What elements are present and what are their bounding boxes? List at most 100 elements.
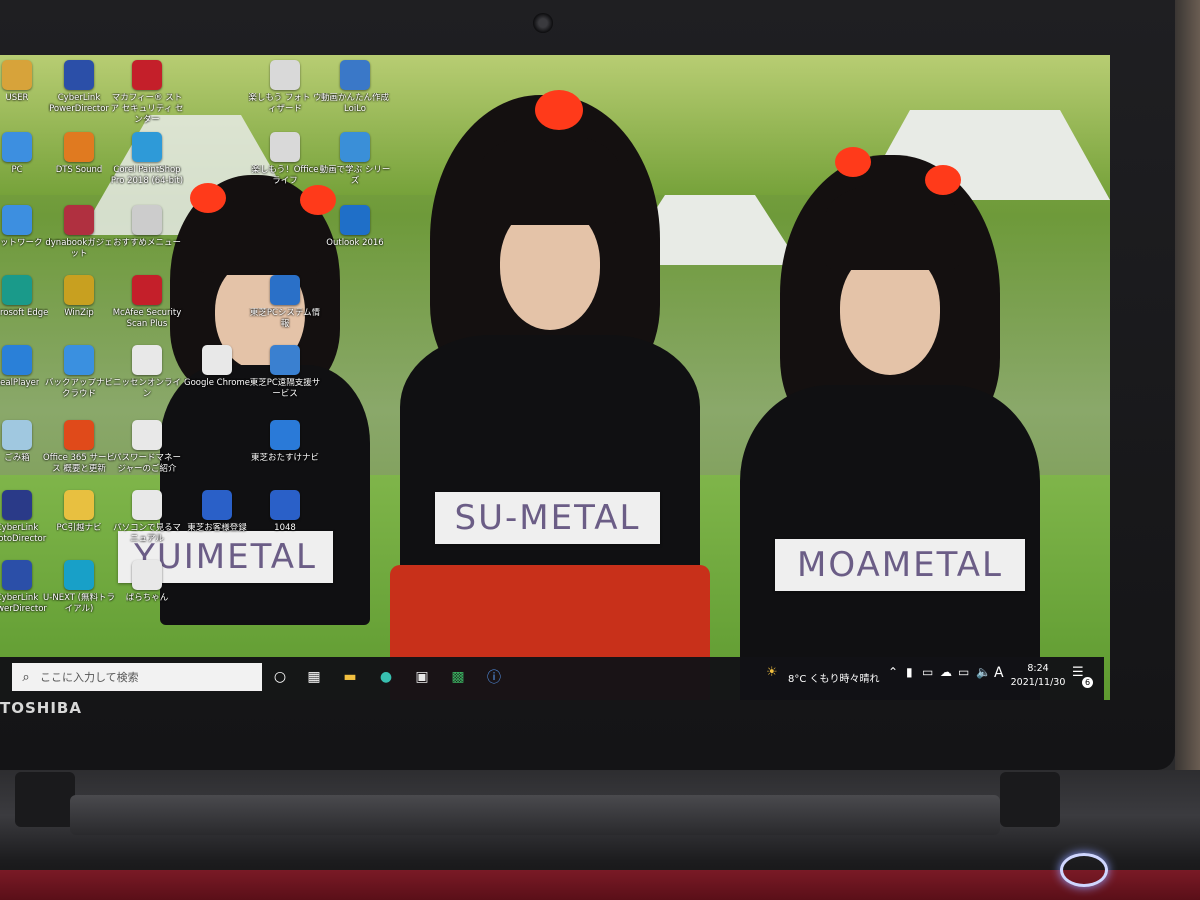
realplayer-icon — [2, 345, 32, 375]
search-placeholder: ここに入力して検索 — [40, 671, 139, 684]
desktop-shortcut[interactable]: CyberLink PowerDirector — [42, 60, 116, 115]
desktop-shortcut[interactable]: 1048 — [248, 490, 322, 534]
desktop-shortcut[interactable]: McAfee Security Scan Plus — [110, 275, 184, 330]
device-tray-icon[interactable]: ▮ — [906, 665, 913, 679]
outlook-icon — [340, 205, 370, 235]
loilo-icon — [340, 60, 370, 90]
manual-icon — [132, 490, 162, 520]
monitor-tray-icon[interactable]: ▭ — [922, 665, 933, 679]
desktop-shortcut-label: パスワードマネージャーのご紹介 — [112, 453, 181, 474]
network-icon — [2, 205, 32, 235]
taskbar-search-box[interactable]: ⌕ ここに入力して検索 — [12, 663, 262, 691]
weather-text[interactable]: 8°C くもり時々晴れ — [788, 670, 880, 685]
desktop-shortcut-label: 楽しもう フォト ウィザード — [248, 93, 322, 114]
store-icon[interactable]: ▣ — [410, 665, 434, 689]
desktop-shortcut-label: ネットワーク — [0, 238, 43, 248]
chevron-up-icon[interactable]: ⌃ — [888, 665, 898, 679]
hinge-foot — [1000, 772, 1060, 827]
desktop-shortcut-label: CyberLink PowerDirector — [49, 93, 109, 114]
desktop-shortcut[interactable]: 動画かんたん作成 LoiLo — [318, 60, 392, 115]
unext-icon — [64, 560, 94, 590]
desktop-shortcut[interactable]: Outlook 2016 — [318, 205, 392, 249]
desktop-shortcut[interactable]: PC引越ナビ — [42, 490, 116, 534]
chrome-icon — [202, 345, 232, 375]
desktop-shortcut[interactable]: 東芝PCシステム情報 — [248, 275, 322, 330]
desktop-shortcut[interactable]: DTS Sound — [42, 132, 116, 176]
user-folder-icon — [2, 60, 32, 90]
desktop-shortcut[interactable]: パソコンで見るマニュアル — [110, 490, 184, 545]
edge-taskbar-icon[interactable]: ● — [374, 665, 398, 689]
desktop-screen: YUIMETAL SU-METAL MOAMETAL USER CyberLink… — [0, 55, 1110, 700]
desktop-shortcut-label: USER — [5, 93, 29, 103]
desktop-shortcut[interactable]: 東芝お客様登録 — [180, 490, 254, 534]
info-icon[interactable]: ⓘ — [482, 665, 506, 689]
desktop-shortcut[interactable]: Office 365 サービス 概要と更新 — [42, 420, 116, 475]
desktop-shortcut[interactable]: ニッセンオンライン — [110, 345, 184, 400]
desktop-shortcut[interactable]: マカフィー® ストア セキュリティ センター — [110, 60, 184, 126]
cortana-icon[interactable]: ○ — [268, 665, 292, 689]
edge-icon — [2, 275, 32, 305]
power-button[interactable] — [1060, 853, 1108, 887]
parachan-icon — [132, 560, 162, 590]
desktop-shortcut-label: マカフィー® ストア セキュリティ センター — [110, 93, 184, 125]
key-icon — [270, 490, 300, 520]
recycle-bin-icon — [2, 420, 32, 450]
password-manager-icon — [132, 420, 162, 450]
clock-time: 8:24 — [1027, 663, 1049, 674]
desktop-shortcut-label: 楽しもう！Office ライフ — [251, 165, 319, 186]
clock-date: 2021/11/30 — [1010, 677, 1066, 688]
dynabook-gadget-icon — [64, 205, 94, 235]
desktop-shortcut-label: おすすめメニュー — [112, 238, 181, 248]
desktop-shortcut[interactable]: バックアップナビ クラウド — [42, 345, 116, 400]
wallpaper-sign-moametal: MOAMETAL — [775, 539, 1025, 591]
file-explorer-icon[interactable]: ▬ — [338, 665, 362, 689]
nissen-icon — [132, 345, 162, 375]
notification-count: 6 — [1082, 677, 1093, 688]
notification-center-icon[interactable]: ☰ — [1072, 665, 1084, 680]
backup-navi-icon — [64, 345, 94, 375]
desktop-shortcut[interactable]: Google Chrome — [180, 345, 254, 389]
desktop-shortcut[interactable]: パスワードマネージャーのご紹介 — [110, 420, 184, 475]
desktop-shortcut-label: U-NEXT (無料トライアル) — [43, 593, 115, 614]
remote-support-icon — [270, 345, 300, 375]
photodirector-icon — [2, 490, 32, 520]
calendar-app-icon[interactable]: ▩ — [446, 665, 470, 689]
battery-icon[interactable]: ▭ — [958, 665, 969, 679]
desktop-shortcut[interactable]: 東芝おたすけナビ — [248, 420, 322, 464]
otasuke-navi-icon — [270, 420, 300, 450]
ime-indicator[interactable]: A — [994, 665, 1004, 681]
hinge-bar — [70, 795, 1000, 835]
desktop-shortcut[interactable]: 楽しもう！Office ライフ — [248, 132, 322, 187]
powerdirector-icon — [64, 60, 94, 90]
desktop-shortcut-label: Office 365 サービス 概要と更新 — [43, 453, 115, 474]
system-info-icon — [270, 275, 300, 305]
mcafee-scan-icon — [132, 275, 162, 305]
weather-icon[interactable]: ☀ — [766, 665, 778, 680]
onedrive-icon[interactable]: ☁ — [940, 665, 952, 679]
task-view-icon[interactable]: ▦ — [302, 665, 326, 689]
desktop-shortcut-label: ぱらちゃん — [125, 593, 169, 603]
speaker-icon[interactable]: 🔈 — [976, 665, 991, 679]
desktop-shortcut[interactable]: おすすめメニュー — [110, 205, 184, 249]
desktop-shortcut[interactable]: 動画で学ぶ シリーズ — [318, 132, 392, 187]
desktop-shortcut-label: 東芝PCシステム情報 — [249, 308, 321, 329]
desktop-shortcut[interactable]: WinZip — [42, 275, 116, 319]
mcafee-icon — [132, 60, 162, 90]
paintshop-icon — [132, 132, 162, 162]
desktop-shortcut-label: ニッセンオンライン — [112, 378, 181, 399]
desktop-shortcut-label: Outlook 2016 — [326, 238, 384, 248]
office-life-icon — [270, 132, 300, 162]
desktop-shortcut-label: McAfee Security Scan Plus — [112, 308, 182, 329]
desktop-shortcut[interactable]: dynabookガジェット — [42, 205, 116, 260]
photo-wizard-icon — [270, 60, 300, 90]
webcam — [533, 13, 553, 33]
desktop-shortcut[interactable]: Corel PaintShop Pro 2018 (64-bit) — [110, 132, 184, 187]
clock[interactable]: 8:24 2021/11/30 — [1010, 662, 1066, 690]
desktop-shortcut[interactable]: 楽しもう フォト ウィザード — [248, 60, 322, 115]
desktop-shortcut-label: WinZip — [64, 308, 94, 318]
desktop-shortcut[interactable]: ぱらちゃん — [110, 560, 184, 604]
desktop-shortcut-label: 東芝お客様登録 — [187, 523, 247, 533]
desktop-shortcut[interactable]: U-NEXT (無料トライアル) — [42, 560, 116, 615]
desktop-shortcut[interactable]: 東芝PC遠隔支援サービス — [248, 345, 322, 400]
desktop-shortcut-label: PC — [11, 165, 23, 175]
